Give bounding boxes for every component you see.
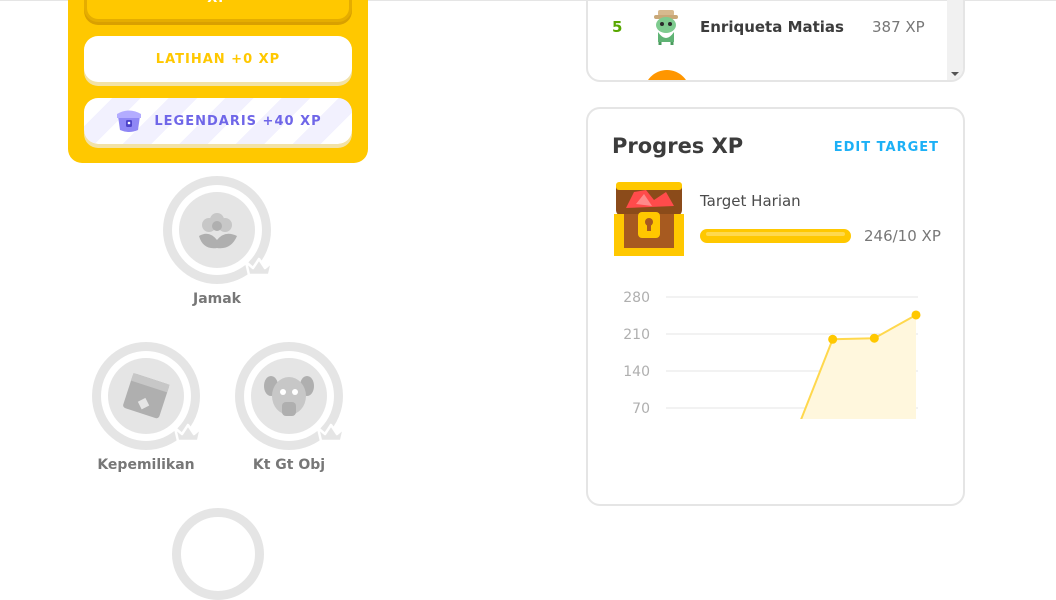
crown-icon	[316, 423, 346, 443]
xp-button-label: XP	[207, 0, 229, 6]
data-point	[911, 310, 921, 320]
skill-jamak[interactable]	[163, 176, 274, 284]
daily-goal-progress-bar	[700, 229, 851, 243]
leaderboard-name[interactable]: Enriqueta Matias	[700, 18, 844, 36]
skill-label-jamak: Jamak	[192, 291, 241, 307]
xp-progress-card: Progres XP EDIT TARGET Target Harian 246…	[586, 107, 965, 506]
leaderboard-rank: 5	[612, 18, 623, 36]
leaderboard-next-avatar[interactable]	[644, 70, 690, 80]
daily-goal-value: 246/10 XP	[864, 227, 941, 245]
leaderboard-card: 5 Enriqueta Matias 387 XP	[586, 0, 965, 82]
y-tick-label: 70	[632, 401, 650, 417]
y-tick-label: 210	[623, 327, 650, 343]
practice-button-label: LATIHAN +0 XP	[155, 51, 281, 67]
crown-icon	[173, 423, 203, 443]
crown-icon	[244, 257, 274, 277]
legendary-chest-icon	[117, 110, 142, 132]
skill-label-kt-gt-obj: Kt Gt Obj	[252, 457, 326, 473]
y-tick-label: 280	[623, 290, 650, 306]
skill-kepemilikan[interactable]	[92, 342, 203, 450]
unit-panel: XP LATIHAN +0 XP LEGENDARIS +40 XP	[68, 0, 368, 163]
data-point	[869, 333, 879, 343]
xp-button[interactable]: XP	[84, 0, 352, 22]
xp-chart: 070140210280SnSlRbKmJmSbMn	[623, 290, 921, 419]
dino-avatar-icon[interactable]	[650, 8, 682, 46]
y-tick-label: 140	[623, 364, 650, 380]
data-point	[828, 334, 838, 344]
practice-button[interactable]: LATIHAN +0 XP	[84, 36, 352, 82]
legendary-button-label: LEGENDARIS +40 XP	[154, 113, 322, 129]
skill-kt-gt-obj[interactable]	[235, 342, 346, 450]
leaderboard-xp: 387 XP	[872, 18, 925, 36]
edit-target-link[interactable]: EDIT TARGET	[834, 140, 939, 155]
daily-goal-label: Target Harian	[700, 192, 801, 210]
progress-title: Progres XP	[612, 134, 744, 158]
area-fill	[801, 314, 916, 419]
leaderboard-scrollbar[interactable]	[947, 0, 963, 80]
treasure-chest-icon	[614, 182, 684, 256]
scroll-down-arrow-icon[interactable]	[951, 72, 959, 76]
legendary-button[interactable]: LEGENDARIS +40 XP	[84, 98, 352, 144]
skill-next-partial[interactable]	[172, 508, 264, 600]
skill-label-kepemilikan: Kepemilikan	[97, 457, 195, 473]
